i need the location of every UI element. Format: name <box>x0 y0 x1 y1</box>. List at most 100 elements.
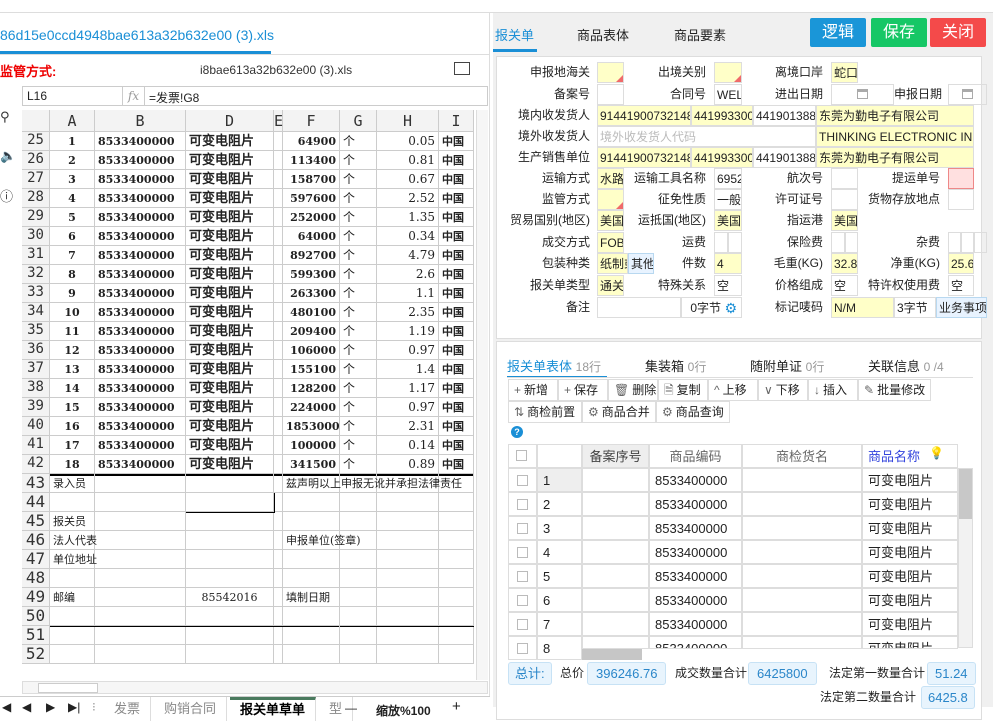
cell[interactable]: 中国 <box>439 322 474 341</box>
cell[interactable] <box>274 284 283 303</box>
cell[interactable] <box>274 626 283 645</box>
cell[interactable] <box>274 569 283 588</box>
form-field[interactable]: 通关 <box>597 275 624 296</box>
checkbox[interactable] <box>517 547 528 558</box>
cell[interactable]: 个 <box>340 436 377 455</box>
cell[interactable]: 12 <box>50 341 95 360</box>
row-header[interactable]: 46 <box>22 531 50 550</box>
cell[interactable]: 可变电阻片 <box>186 208 274 227</box>
form-field[interactable] <box>961 232 974 253</box>
cell[interactable] <box>439 626 474 645</box>
cell[interactable]: 个 <box>340 132 377 151</box>
cell[interactable] <box>439 493 474 512</box>
cell[interactable]: 个 <box>340 417 377 436</box>
sheet-tab-1[interactable]: 购销合同 <box>154 697 228 721</box>
scrollbar-thumb[interactable] <box>38 683 98 693</box>
row-header[interactable]: 32 <box>22 265 50 284</box>
form-field[interactable]: FOB <box>597 232 624 253</box>
next-sheet-icon[interactable]: ▶ <box>46 700 55 714</box>
cell[interactable] <box>186 531 274 550</box>
tab-related-info[interactable]: 关联信息 0 /4 <box>868 356 944 375</box>
cell[interactable] <box>377 626 439 645</box>
cell[interactable]: 单位地址 <box>50 550 97 569</box>
cell[interactable]: 个 <box>340 189 377 208</box>
form-field[interactable] <box>948 168 974 189</box>
spreadsheet-grid[interactable]: A B D E F G H I 25 1 8533400000 可变电阻片 64900 个 0.05 中国 26… <box>22 110 476 678</box>
form-field[interactable]: 美国 <box>714 210 742 231</box>
row-header[interactable]: 44 <box>22 493 50 512</box>
cell[interactable] <box>50 493 95 512</box>
cell[interactable]: 可变电阻片 <box>186 227 274 246</box>
cell[interactable] <box>95 569 186 588</box>
cell[interactable]: 个 <box>340 265 377 284</box>
cell[interactable]: 8533400000 <box>95 246 186 265</box>
cell[interactable] <box>274 550 283 569</box>
form-field[interactable]: 东莞为勤电子有限公司 <box>816 105 974 126</box>
form-field[interactable] <box>831 189 858 210</box>
row-select-cell[interactable] <box>508 588 537 612</box>
cell[interactable]: 中国 <box>439 455 474 474</box>
cell[interactable]: 0.14 <box>377 436 439 455</box>
cell-goods-code[interactable]: 8533400000 <box>649 492 742 516</box>
cell[interactable]: 中国 <box>439 436 474 455</box>
cell[interactable] <box>340 607 377 626</box>
row-header[interactable]: 40 <box>22 417 50 436</box>
column-header-G[interactable]: G <box>340 110 377 132</box>
cell[interactable]: 中国 <box>439 417 474 436</box>
cell[interactable] <box>186 569 274 588</box>
row-select-cell[interactable] <box>508 540 537 564</box>
cell-goods-name[interactable]: 可变电阻片 <box>862 492 958 516</box>
cell[interactable] <box>439 588 474 607</box>
cell[interactable]: 0.81 <box>377 151 439 170</box>
cell-goods-name[interactable]: 可变电阻片 <box>862 468 958 492</box>
cell-goods-name[interactable]: 可变电阻片 <box>862 612 958 636</box>
logic-button[interactable]: 逻辑 <box>810 18 866 47</box>
cell[interactable]: 0.67 <box>377 170 439 189</box>
cell[interactable] <box>95 607 186 626</box>
cell[interactable] <box>377 588 439 607</box>
row-select-cell[interactable] <box>508 636 537 660</box>
cell[interactable]: 4.79 <box>377 246 439 265</box>
cell[interactable] <box>274 265 283 284</box>
cell[interactable] <box>340 588 377 607</box>
cell[interactable]: 0.97 <box>377 341 439 360</box>
form-field[interactable]: 3字节 <box>894 297 936 318</box>
cell[interactable] <box>274 379 283 398</box>
cell[interactable] <box>283 607 340 626</box>
cell[interactable]: 128200 <box>283 379 340 398</box>
cell[interactable]: 中国 <box>439 208 474 227</box>
cell[interactable]: 8533400000 <box>95 436 186 455</box>
cell[interactable]: 8533400000 <box>95 227 186 246</box>
cell[interactable]: 10 <box>50 303 95 322</box>
toolbar-button-1[interactable]: + 保存 <box>558 379 608 401</box>
cell[interactable]: 1.1 <box>377 284 439 303</box>
cell[interactable] <box>274 588 283 607</box>
cell[interactable] <box>186 607 274 626</box>
cell[interactable]: 个 <box>340 170 377 189</box>
form-field[interactable] <box>597 297 681 318</box>
export-icon[interactable] <box>454 62 470 75</box>
cell[interactable]: 16 <box>50 417 95 436</box>
form-field[interactable]: 空 <box>948 275 974 296</box>
cell[interactable]: 可变电阻片 <box>186 322 274 341</box>
cell[interactable]: 224000 <box>283 398 340 417</box>
cell[interactable]: 8533400000 <box>95 379 186 398</box>
sheet-tab-0[interactable]: 发票 <box>104 697 152 721</box>
cell[interactable] <box>95 474 186 493</box>
checkbox[interactable] <box>517 571 528 582</box>
cell[interactable] <box>274 607 283 626</box>
form-field[interactable]: 25.6 <box>948 253 974 274</box>
cell[interactable]: 中国 <box>439 284 474 303</box>
cell-record-no[interactable] <box>582 564 649 588</box>
cell[interactable] <box>439 645 474 664</box>
cell-inspection-name[interactable] <box>742 516 862 540</box>
cell[interactable]: 8533400000 <box>95 189 186 208</box>
row-select-cell[interactable] <box>508 516 537 540</box>
cell[interactable]: 1 <box>50 132 95 151</box>
cell[interactable]: 17 <box>50 436 95 455</box>
row-header[interactable]: 41 <box>22 436 50 455</box>
form-field[interactable]: 境外收发货人代码 <box>597 126 816 147</box>
cell[interactable] <box>340 550 377 569</box>
form-field[interactable] <box>948 189 974 210</box>
cell[interactable]: 480100 <box>283 303 340 322</box>
